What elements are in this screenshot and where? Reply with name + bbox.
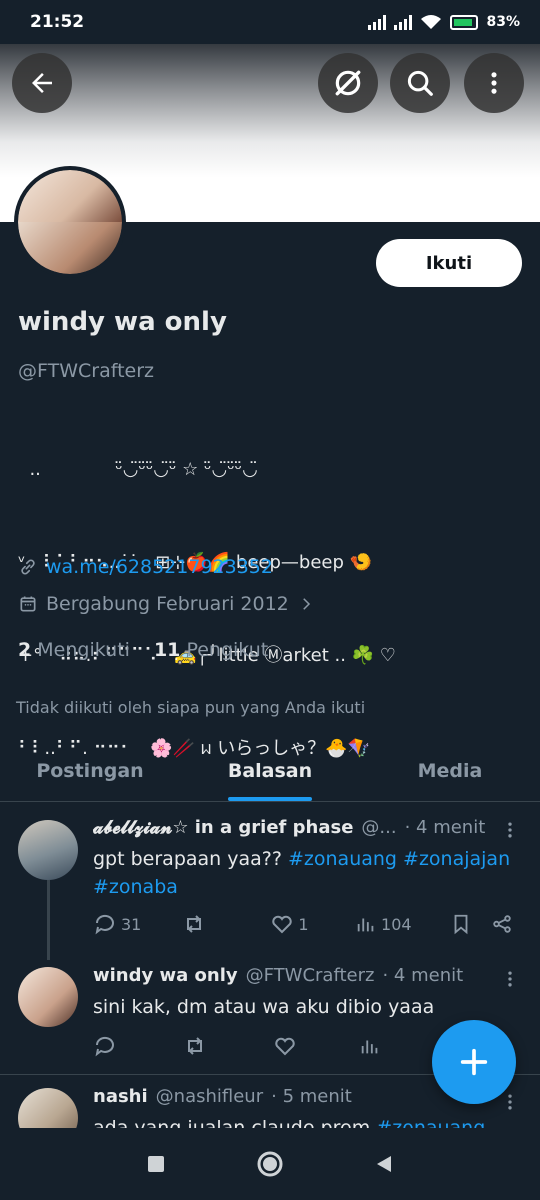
- views-button[interactable]: [359, 1035, 381, 1057]
- battery-level: 83%: [486, 14, 520, 30]
- tab-postingan[interactable]: Postingan: [0, 740, 180, 801]
- profile-avatar[interactable]: [14, 166, 126, 278]
- share-button[interactable]: [491, 913, 513, 935]
- retweet-button[interactable]: [182, 912, 271, 936]
- profile-name: windy wa only: [18, 307, 227, 337]
- views-icon: [357, 918, 374, 932]
- retweet-icon: [186, 915, 201, 933]
- more-vertical-icon: [508, 822, 512, 838]
- post-more-button[interactable]: [498, 967, 522, 991]
- search-button[interactable]: [390, 53, 450, 113]
- battery-icon: [450, 14, 479, 30]
- plus-icon: [460, 1048, 488, 1076]
- post-time: · 4 menit: [404, 817, 486, 838]
- tab-balasan[interactable]: Balasan: [180, 740, 360, 801]
- views-button[interactable]: 104: [355, 913, 450, 935]
- profile-link-row: wa.me/6285217923352: [18, 556, 273, 578]
- bookmark-icon: [454, 914, 468, 935]
- share-icon: [493, 915, 511, 933]
- post-author-handle: @FTWCrafterz: [245, 965, 375, 986]
- post-author-name[interactable]: windy wa only: [93, 965, 238, 986]
- reply-button[interactable]: [93, 1034, 183, 1058]
- retweet-icon: [188, 1037, 202, 1055]
- post-author-handle: @nashifleur: [155, 1086, 264, 1107]
- compose-button[interactable]: [432, 1020, 516, 1104]
- following-stat[interactable]: 2 Mengikuti: [18, 639, 130, 661]
- reply-button[interactable]: 31: [93, 912, 182, 936]
- post-actions: 31 1 104: [93, 912, 513, 936]
- reply-icon: [95, 1036, 114, 1057]
- post-text: ada yang jualan claude prem #zonauang: [93, 1114, 513, 1128]
- back-button[interactable]: [12, 53, 72, 113]
- profile-tabs: Postingan Balasan Media: [0, 740, 540, 802]
- post-header: nashi @nashifleur · 5 menit: [93, 1086, 493, 1107]
- home-icon[interactable]: [256, 1150, 284, 1178]
- joined-row[interactable]: Bergabung Februari 2012: [18, 593, 315, 615]
- heart-icon: [275, 1037, 295, 1056]
- more-vertical-icon: [508, 971, 512, 987]
- post-time: · 4 menit: [382, 965, 464, 986]
- follow-button[interactable]: Ikuti: [376, 239, 522, 287]
- thread-line: [47, 880, 50, 960]
- wifi-icon: [421, 15, 442, 29]
- views-icon: [361, 1040, 378, 1054]
- signal-icon-2: [394, 14, 413, 30]
- hashtags[interactable]: #zonauang: [376, 1117, 485, 1128]
- post-more-button[interactable]: [498, 818, 522, 842]
- system-nav-bar: [0, 1128, 540, 1200]
- avatar-image: [18, 170, 122, 274]
- grok-button[interactable]: [318, 53, 378, 113]
- post-text: sini kak, dm atau wa aku dibio yaaa: [93, 996, 435, 1018]
- post-avatar[interactable]: [18, 820, 78, 880]
- more-button[interactable]: [464, 53, 524, 113]
- profile-handle: @FTWCrafterz: [18, 360, 154, 382]
- joined-date: Bergabung Februari 2012: [46, 593, 289, 615]
- link-icon: [21, 559, 35, 575]
- post-header: 𝓪𝓫𝓮𝓵𝓵𝔃𝓲𝓪𝓷☆ 𝗶𝗻 𝗮 𝗴𝗿𝗶𝗲𝗳 𝗽𝗵𝗮𝘀𝗲 @... · 4 men…: [93, 817, 493, 838]
- status-bar: 21:52 83%: [0, 0, 540, 44]
- not-followed-note: Tidak diikuti oleh siapa pun yang Anda i…: [16, 698, 366, 717]
- post-author-handle: @...: [361, 817, 397, 838]
- chevron-right-icon: [303, 598, 310, 610]
- post-header: windy wa only @FTWCrafterz · 4 menit: [93, 965, 493, 986]
- retweet-button[interactable]: [183, 1034, 273, 1058]
- post-author-name[interactable]: 𝓪𝓫𝓮𝓵𝓵𝔃𝓲𝓪𝓷☆ 𝗶𝗻 𝗮 𝗴𝗿𝗶𝗲𝗳 𝗽𝗵𝗮𝘀𝗲: [93, 817, 353, 838]
- like-button[interactable]: [273, 1034, 359, 1058]
- reply-icon: [95, 914, 114, 935]
- more-vertical-icon: [508, 1094, 512, 1110]
- more-vertical-icon: [491, 72, 497, 94]
- status-time: 21:52: [30, 12, 85, 32]
- like-button[interactable]: 1: [270, 912, 355, 936]
- post-text: gpt berapaan yaa?? #zonauang #zonajajan …: [93, 848, 511, 898]
- post-author-name[interactable]: nashi: [93, 1086, 148, 1107]
- arrow-left-icon: [32, 73, 52, 93]
- profile-link[interactable]: wa.me/6285217923352: [46, 556, 273, 578]
- bio-line: .. ᵕ̈◡̈ᵕ̈ᵕ̈◡̈ᵕ̈ ☆ ᵕ̈◡̈ᵕ̈ᵕ̈◡̈: [18, 459, 258, 480]
- calendar-icon: [20, 596, 36, 612]
- heart-icon: [272, 915, 292, 934]
- grok-icon: [335, 70, 361, 96]
- search-icon: [407, 70, 433, 96]
- followers-stat[interactable]: 11 Pengikut: [154, 639, 268, 661]
- post-avatar[interactable]: [18, 967, 78, 1027]
- follow-stats: 2 Mengikuti 11 Pengikut: [18, 639, 268, 661]
- back-nav-icon[interactable]: [374, 1154, 394, 1174]
- bookmark-button[interactable]: [450, 913, 491, 935]
- post-time: · 5 menit: [271, 1086, 352, 1107]
- signal-icon: [368, 14, 387, 30]
- recents-icon[interactable]: [146, 1154, 166, 1174]
- tab-media[interactable]: Media: [360, 740, 540, 801]
